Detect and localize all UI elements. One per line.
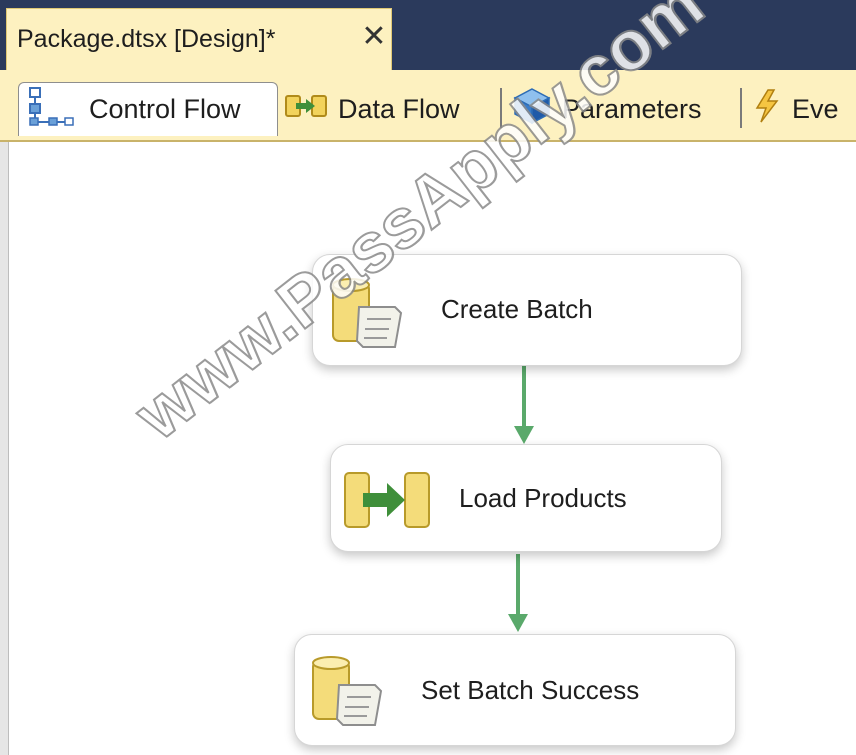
execute-sql-task-icon	[329, 277, 409, 358]
parameters-icon	[512, 87, 552, 132]
tab-control-flow[interactable]: Control Flow	[18, 82, 278, 136]
tab-parameters-label: Parameters	[562, 93, 702, 124]
document-tab[interactable]: Package.dtsx [Design]* ✕	[6, 8, 392, 70]
execute-sql-task-icon	[309, 655, 389, 736]
data-flow-icon	[284, 90, 328, 129]
event-handlers-icon	[752, 88, 782, 131]
task-label: Create Batch	[441, 294, 593, 324]
close-icon[interactable]: ✕	[359, 22, 389, 52]
tab-event-handlers-label: Eve	[792, 93, 839, 124]
control-flow-canvas[interactable]: Create Batch Load Products Set Batch Suc…	[0, 0, 856, 755]
precedence-constraint-load-to-success[interactable]	[508, 554, 528, 632]
task-label: Set Batch Success	[421, 675, 640, 705]
document-tab-title: Package.dtsx [Design]*	[17, 25, 276, 53]
designer-tab-bar: Control Flow Data Flow Parameters Eve	[0, 70, 856, 142]
document-tab-strip: Package.dtsx [Design]* ✕	[0, 0, 856, 70]
task-load-products[interactable]: Load Products	[330, 444, 722, 552]
precedence-constraint-create-to-load[interactable]	[514, 366, 534, 444]
task-set-batch-success[interactable]: Set Batch Success	[294, 634, 736, 746]
tab-data-flow-label: Data Flow	[338, 93, 460, 124]
data-flow-task-icon	[343, 469, 433, 536]
task-create-batch[interactable]: Create Batch	[312, 254, 742, 366]
tab-event-handlers[interactable]: Eve	[752, 82, 856, 136]
tab-parameters[interactable]: Parameters	[512, 82, 734, 136]
tab-data-flow[interactable]: Data Flow	[284, 82, 494, 136]
tab-separator	[500, 88, 502, 128]
task-label: Load Products	[459, 483, 627, 513]
tab-separator	[740, 88, 742, 128]
tab-control-flow-label: Control Flow	[89, 94, 241, 124]
control-flow-icon	[27, 86, 79, 133]
